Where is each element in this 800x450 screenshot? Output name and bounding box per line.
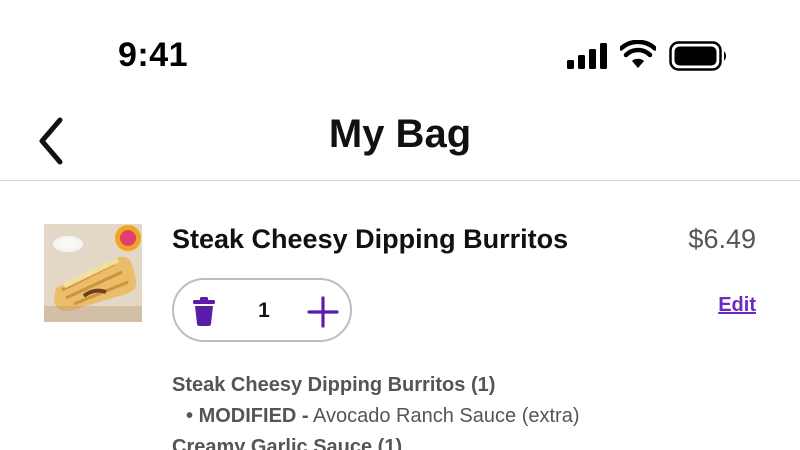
bag-screen: 9:41 My Bag Steak Cheesy Dipping Burrito… [0,0,800,450]
header-divider [0,180,800,181]
modifier-value: Avocado Ranch Sauce (extra) [313,405,580,427]
battery-icon [669,41,726,71]
item-image [44,224,142,322]
remove-item-button[interactable] [190,296,218,326]
status-time: 9:41 [118,36,189,74]
edit-item-link[interactable]: Edit [718,294,756,317]
increase-quantity-button[interactable] [307,296,339,328]
quantity-stepper: 1 [172,278,352,342]
quantity-value: 1 [258,299,270,322]
modifier-label: MODIFIED - [198,405,309,427]
page-title: My Bag [328,112,472,156]
signal-icon [567,43,607,69]
food-photo [44,224,142,322]
detail-sauce-title: Creamy Garlic Sauce (1) [172,436,403,450]
detail-modifier-line: • MODIFIED - Avocado Ranch Sauce (extra) [186,405,579,428]
item-price: $6.49 [688,224,756,254]
detail-item-title: Steak Cheesy Dipping Burritos (1) [172,374,496,396]
wifi-icon [620,40,656,68]
item-name: Steak Cheesy Dipping Burritos [172,224,569,254]
trash-icon [193,297,215,326]
bullet: • [186,405,194,427]
plus-icon [307,296,339,328]
